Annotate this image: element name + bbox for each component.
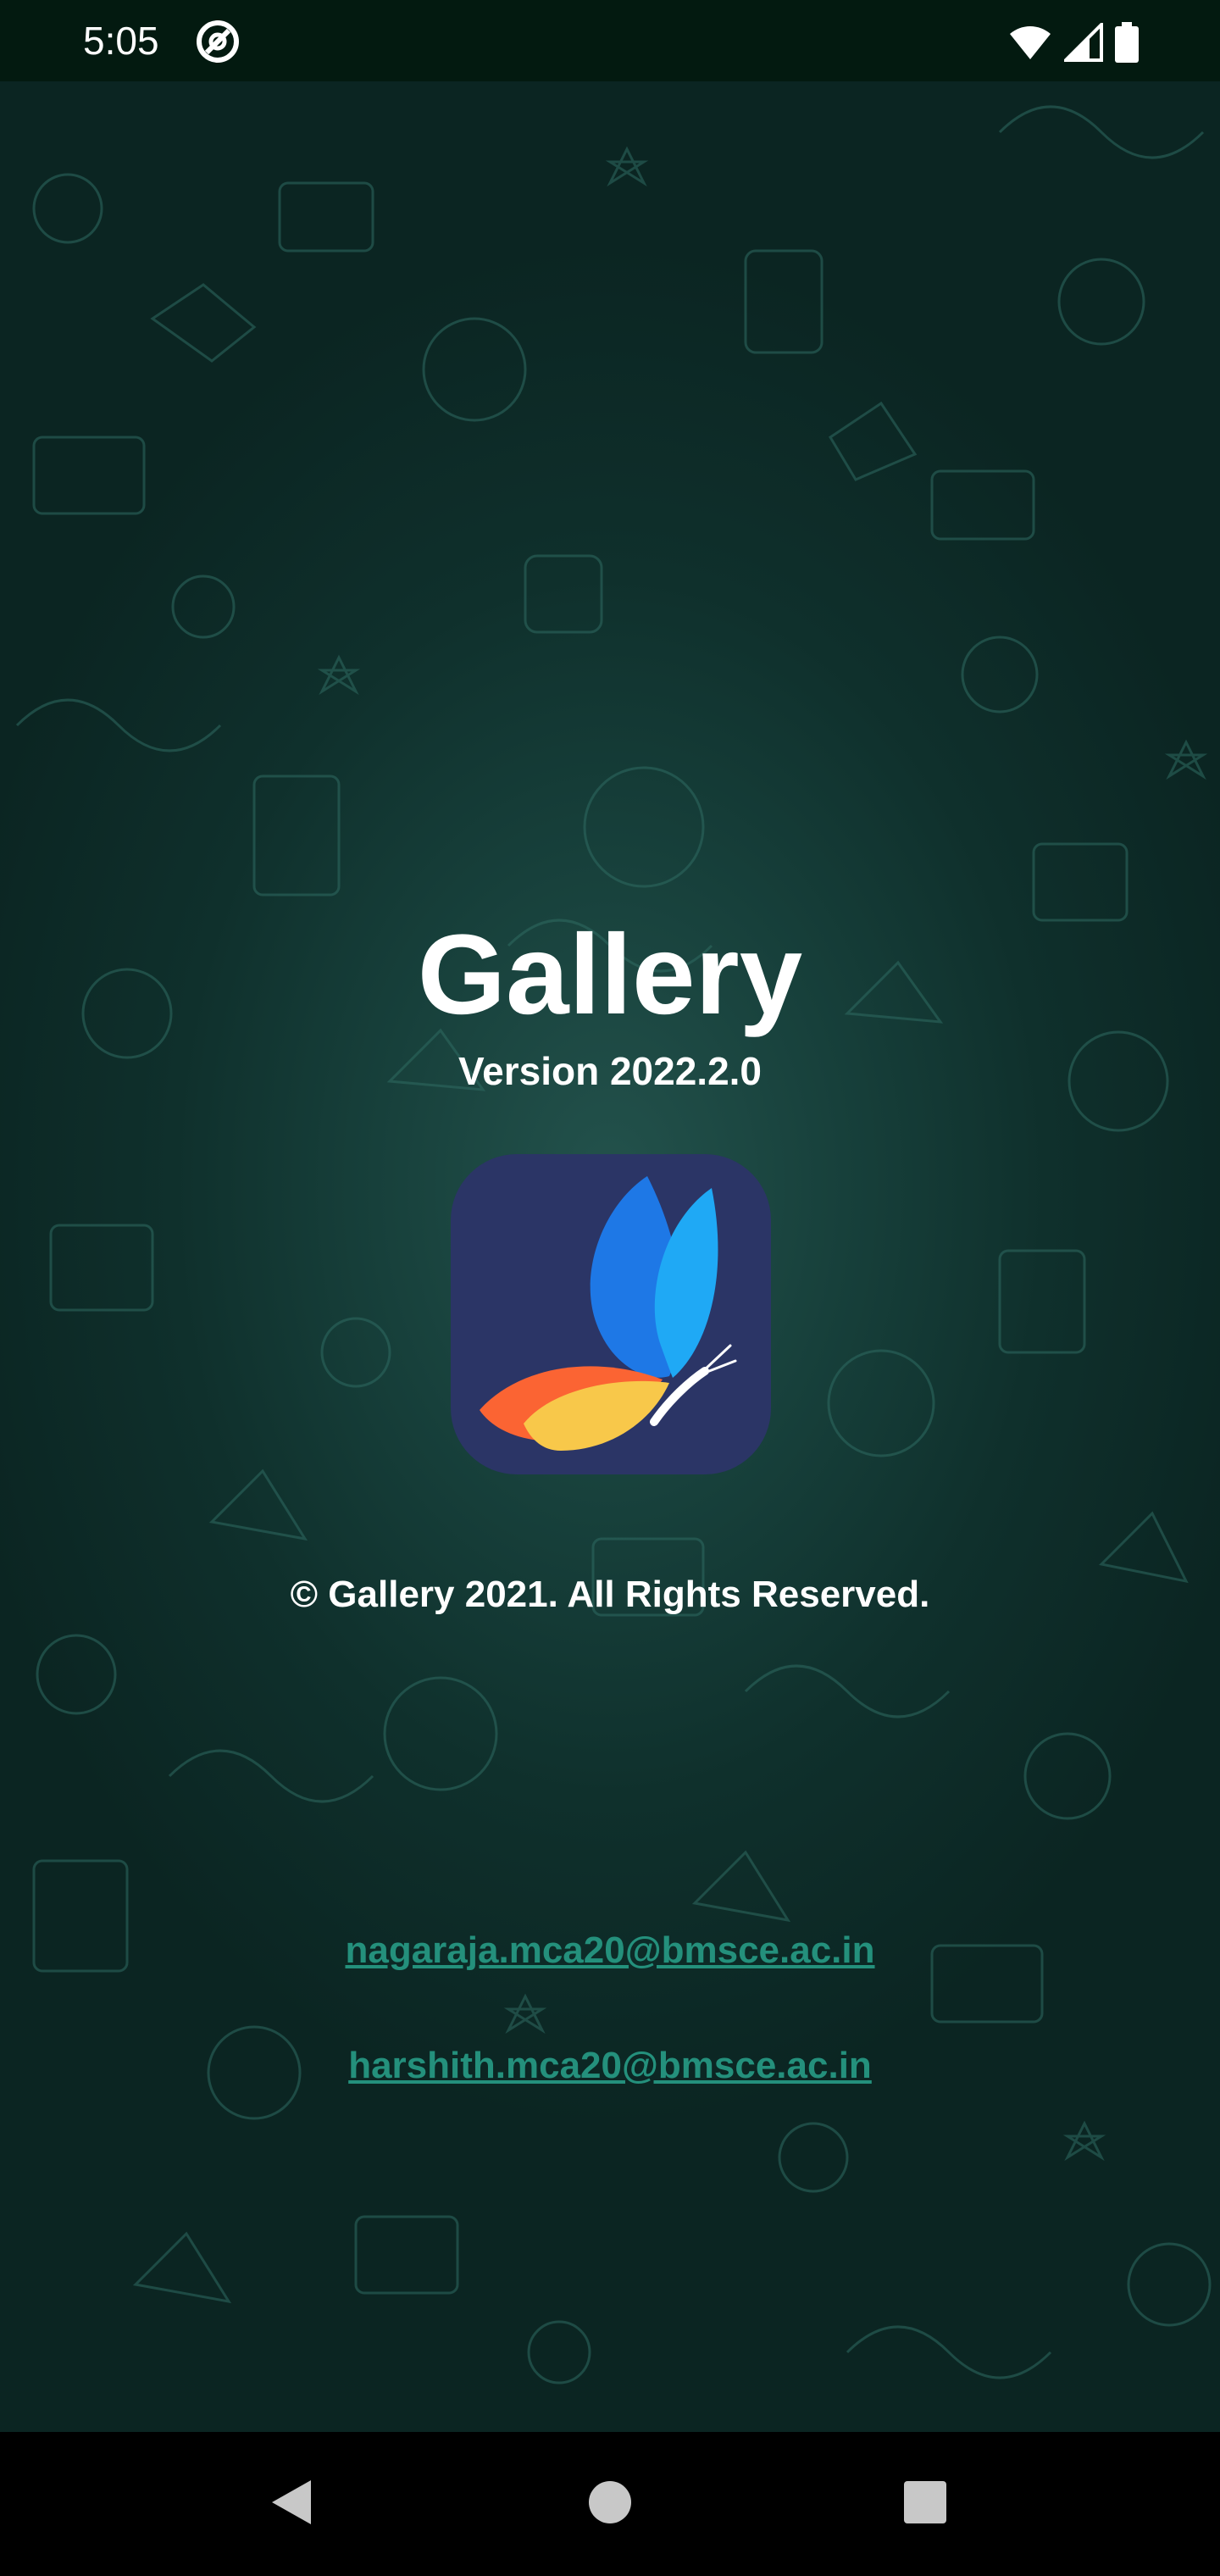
back-icon: [267, 2477, 314, 2532]
wifi-icon: [1008, 24, 1052, 61]
about-content: Gallery Version 2022.2.0 © Gallery 2021.…: [0, 81, 1220, 2432]
email-link-harshith[interactable]: harshith.mca20@bmsce.ac.in: [0, 2042, 1220, 2090]
at-sign-notification-icon: [195, 19, 241, 64]
status-time: 5:05: [83, 19, 159, 63]
app-title: Gallery: [417, 912, 803, 1038]
email-link-nagaraja[interactable]: nagaraja.mca20@bmsce.ac.in: [0, 1927, 1220, 1974]
battery-icon: [1115, 22, 1139, 63]
butterfly-logo-icon: [451, 1154, 771, 1474]
recents-icon: [902, 2479, 948, 2529]
copyright-text: © Gallery 2021. All Rights Reserved.: [290, 1574, 930, 1615]
home-icon: [587, 2479, 633, 2529]
recents-button[interactable]: [887, 2466, 963, 2542]
status-icons: [1008, 20, 1139, 64]
cellular-signal-icon: [1064, 23, 1103, 62]
home-button[interactable]: [572, 2466, 648, 2542]
back-button[interactable]: [252, 2466, 329, 2542]
status-bar: 5:05: [0, 0, 1220, 81]
about-screen: 5:05 Gallery Version 2022.2.0 © Gallery …: [0, 0, 1220, 2576]
app-version: Version 2022.2.0: [458, 1049, 762, 1093]
navigation-bar: [0, 2432, 1220, 2576]
